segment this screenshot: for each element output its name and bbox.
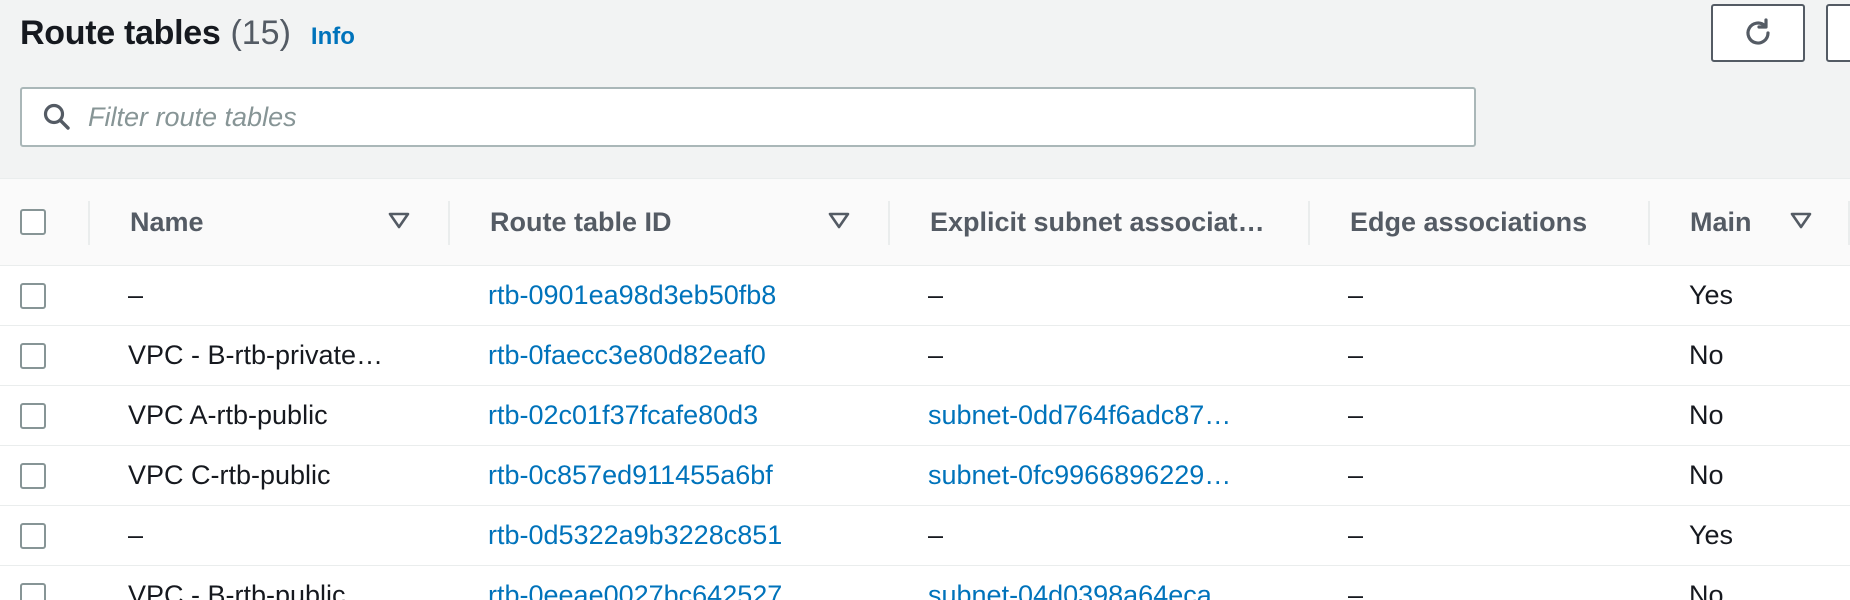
cell-name: VPC A-rtb-public [128,400,328,430]
sort-down-icon[interactable] [388,212,410,230]
cell-name: – [128,280,144,310]
search-box [20,87,1476,147]
cell-route-table-id[interactable]: rtb-0c857ed911455a6bf [488,446,868,505]
row-checkbox[interactable] [20,523,46,549]
search-icon [42,102,72,132]
cell-explicit-subnet[interactable]: subnet-04d0398a64eca… [928,566,1268,600]
cell-route-table-id[interactable]: rtb-0faecc3e80d82eaf0 [488,326,868,385]
table-header-row: Name Route table ID Explicit subnet asso… [0,179,1850,266]
column-header-main[interactable]: Main [1690,179,1752,265]
filter-route-tables-input[interactable] [88,95,1388,139]
cell-edge-associations: – [1348,340,1364,370]
cell-name: VPC C-rtb-public [128,460,331,490]
route-table-count: (15) [230,14,291,52]
info-link[interactable]: Info [311,23,355,51]
cell-route-table-id[interactable]: rtb-02c01f37fcafe80d3 [488,386,868,445]
column-divider [88,201,90,245]
select-all-checkbox[interactable] [20,209,46,235]
cell-edge-associations: – [1348,580,1364,600]
cell-explicit-subnet: – [928,280,944,310]
refresh-icon [1746,18,1770,45]
table-row[interactable]: – rtb-0d5322a9b3228c851 – – Yes [0,506,1850,566]
column-divider [1648,201,1650,245]
column-divider [888,201,890,245]
cell-main: No [1689,580,1724,600]
cell-explicit-subnet: – [928,520,944,550]
row-checkbox[interactable] [20,583,46,600]
row-checkbox[interactable] [20,463,46,489]
cell-main: Yes [1689,280,1734,310]
actions-button[interactable] [1826,4,1850,62]
cell-edge-associations: – [1348,400,1364,430]
cell-route-table-id[interactable]: rtb-0901ea98d3eb50fb8 [488,266,868,325]
column-divider [1308,201,1310,245]
column-header-edge-associations[interactable]: Edge associations [1350,179,1587,265]
column-header-label: Route table ID [490,206,672,237]
column-divider [448,201,450,245]
cell-route-table-id[interactable]: rtb-0eeae0027bc642527 [488,566,868,600]
cell-route-table-id[interactable]: rtb-0d5322a9b3228c851 [488,506,868,565]
column-header-label: Main [1690,206,1752,237]
column-header-label: Explicit subnet associat… [930,206,1265,237]
cell-edge-associations: – [1348,520,1364,550]
sort-down-icon[interactable] [1790,212,1812,230]
cell-main: No [1689,460,1724,490]
cell-name: – [128,520,144,550]
table-row[interactable]: VPC C-rtb-public rtb-0c857ed911455a6bf s… [0,446,1850,506]
sort-down-icon[interactable] [828,212,850,230]
table-row[interactable]: VPC A-rtb-public rtb-02c01f37fcafe80d3 s… [0,386,1850,446]
table-row[interactable]: – rtb-0901ea98d3eb50fb8 – – Yes [0,266,1850,326]
cell-main: No [1689,340,1724,370]
cell-name: VPC - B-rtb-private… [128,340,384,370]
cell-main: No [1689,400,1724,430]
cell-explicit-subnet[interactable]: subnet-0fc9966896229… [928,446,1268,505]
cell-explicit-subnet: – [928,340,944,370]
route-tables-table: Name Route table ID Explicit subnet asso… [0,178,1850,600]
column-header-name[interactable]: Name [130,179,204,265]
column-header-route-table-id[interactable]: Route table ID [490,179,672,265]
column-header-explicit-subnet-associations[interactable]: Explicit subnet associat… [930,179,1265,265]
cell-name: VPC - B-rtb-public [128,580,346,600]
refresh-button[interactable] [1711,4,1805,62]
cell-edge-associations: – [1348,460,1364,490]
row-checkbox[interactable] [20,343,46,369]
row-checkbox[interactable] [20,403,46,429]
table-row[interactable]: VPC - B-rtb-private… rtb-0faecc3e80d82ea… [0,326,1850,386]
cell-edge-associations: – [1348,280,1364,310]
cell-explicit-subnet[interactable]: subnet-0dd764f6adc87… [928,386,1268,445]
column-header-label: Edge associations [1350,206,1588,237]
cell-main: Yes [1689,520,1734,550]
page-header: Route tables (15) Info [20,14,355,58]
row-checkbox[interactable] [20,283,46,309]
column-header-label: Name [130,206,204,237]
page-title: Route tables [20,14,221,52]
table-row[interactable]: VPC - B-rtb-public rtb-0eeae0027bc642527… [0,566,1850,600]
route-tables-page: Route tables (15) Info Name [0,0,1850,600]
